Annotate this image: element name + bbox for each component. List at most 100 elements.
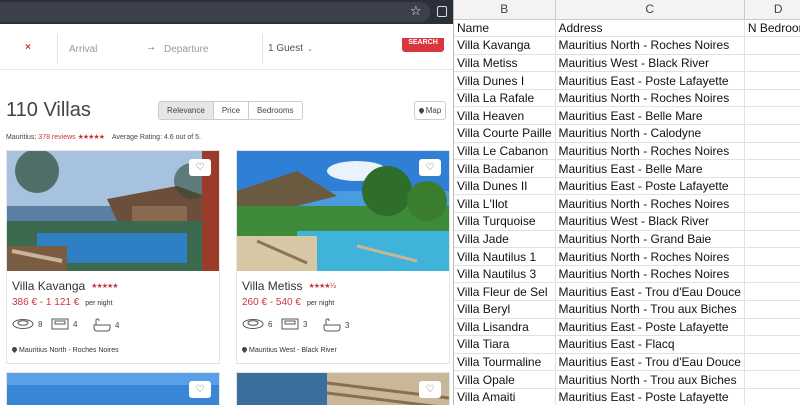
sort-price-button[interactable]: Price bbox=[213, 102, 250, 119]
cell[interactable]: Mauritius East - Poste Lafayette bbox=[555, 318, 745, 337]
cell[interactable]: 2 bbox=[744, 124, 800, 143]
cell[interactable]: Villa Kavanga bbox=[454, 36, 556, 55]
favorite-heart-icon[interactable]: ♡ bbox=[419, 159, 441, 176]
amenity-guests: 8 bbox=[12, 318, 42, 330]
cell[interactable]: 3 bbox=[744, 247, 800, 266]
address-bar[interactable] bbox=[0, 2, 430, 22]
cell[interactable]: Mauritius North - Roches Noires bbox=[555, 194, 745, 214]
cell[interactable]: Mauritius East - Poste Lafayette bbox=[555, 71, 745, 90]
cell[interactable]: Villa L'Ilot bbox=[454, 194, 556, 214]
cell[interactable]: 3 bbox=[744, 71, 800, 90]
cell[interactable]: 2 bbox=[744, 300, 800, 319]
cell[interactable]: Mauritius North - Roches Noires bbox=[555, 89, 745, 108]
column-header-b[interactable]: B bbox=[454, 0, 556, 20]
cell[interactable]: Villa Beryl bbox=[454, 300, 556, 319]
cell[interactable]: Villa Amaiti bbox=[454, 388, 556, 405]
cell[interactable]: Mauritius East - Belle Mare bbox=[555, 106, 745, 126]
cell[interactable]: 3 bbox=[744, 370, 800, 389]
cell[interactable]: Villa Dunes II bbox=[454, 177, 556, 196]
clear-icon[interactable]: × bbox=[25, 42, 31, 53]
cell[interactable]: Mauritius East - Poste Lafayette bbox=[555, 177, 745, 196]
cell[interactable]: Villa Turquoise bbox=[454, 212, 556, 231]
cell[interactable]: Villa Tourmaline bbox=[454, 353, 556, 372]
cell[interactable]: Mauritius North - Calodyne bbox=[555, 124, 745, 143]
cell[interactable]: Villa Opale bbox=[454, 370, 556, 389]
cell[interactable]: Villa Le Cabanon bbox=[454, 142, 556, 161]
sort-bedrooms-button[interactable]: Bedrooms bbox=[249, 102, 302, 119]
column-header-c[interactable]: C bbox=[555, 0, 745, 20]
cell[interactable]: Mauritius East - Trou d'Eau Douce bbox=[555, 282, 745, 301]
cell[interactable]: Villa Lisandra bbox=[454, 318, 556, 337]
cell[interactable]: Mauritius North - Grand Baie bbox=[555, 230, 745, 249]
cell[interactable]: Mauritius East - Poste Lafayette bbox=[555, 388, 745, 405]
cell[interactable]: 4 bbox=[744, 194, 800, 214]
cell[interactable]: 6 bbox=[744, 353, 800, 372]
cell[interactable]: Villa Nautilus 3 bbox=[454, 265, 556, 284]
cell[interactable]: Mauritius East - Flacq bbox=[555, 335, 745, 354]
cell[interactable]: Villa Fleur de Sel bbox=[454, 282, 556, 301]
villa-photo[interactable]: ♡ bbox=[237, 151, 449, 271]
cell[interactable]: Villa Courte Paille bbox=[454, 124, 556, 143]
cell[interactable]: 3 bbox=[744, 177, 800, 196]
arrival-input[interactable]: Arrival bbox=[69, 44, 97, 55]
cell[interactable]: Mauritius East - Trou d'Eau Douce bbox=[555, 353, 745, 372]
cell[interactable]: 3 bbox=[744, 230, 800, 249]
browser-window: ☆ × Arrival → Departure 1 Guest ⌄ SEARCH … bbox=[0, 0, 453, 405]
cell[interactable]: Mauritius North - Roches Noires bbox=[555, 36, 745, 55]
sort-relevance-button[interactable]: Relevance bbox=[159, 102, 214, 119]
cell[interactable]: Villa Tiara bbox=[454, 335, 556, 354]
villa-card[interactable]: ♡ bbox=[236, 372, 450, 405]
spreadsheet-grid[interactable]: B C D NameAddressN BedroomVilla KavangaM… bbox=[454, 0, 800, 405]
cell[interactable]: 3 bbox=[744, 106, 800, 126]
cell[interactable]: 3 bbox=[744, 89, 800, 108]
cell[interactable]: Mauritius North - Trou aux Biches bbox=[555, 300, 745, 319]
villa-photo[interactable]: ♡ bbox=[7, 151, 219, 271]
cell[interactable]: Mauritius North - Roches Noires bbox=[555, 265, 745, 284]
cell[interactable]: 5 bbox=[744, 335, 800, 354]
villa-card[interactable]: ♡ Villa Kavanga ★★★★★ 386 € - 1 121 € per … bbox=[6, 150, 220, 364]
per-night-label: per night bbox=[85, 300, 113, 307]
cell[interactable]: Villa Jade bbox=[454, 230, 556, 249]
reviews-link[interactable]: 378 reviews bbox=[38, 134, 75, 141]
favorite-heart-icon[interactable]: ♡ bbox=[189, 159, 211, 176]
cell[interactable]: 3 bbox=[744, 265, 800, 284]
cell[interactable]: 4 bbox=[744, 36, 800, 55]
cell[interactable]: Villa La Rafale bbox=[454, 89, 556, 108]
cell[interactable]: Mauritius West - Black River bbox=[555, 54, 745, 73]
cell[interactable]: 5 bbox=[744, 159, 800, 178]
favorite-heart-icon[interactable]: ♡ bbox=[189, 381, 211, 398]
cell[interactable]: Villa Metiss bbox=[454, 54, 556, 73]
header-cell[interactable]: N Bedroom bbox=[744, 19, 800, 38]
cell[interactable]: Villa Dunes I bbox=[454, 71, 556, 90]
star-icon[interactable]: ☆ bbox=[410, 4, 422, 19]
cell[interactable]: 3 bbox=[744, 54, 800, 73]
cell[interactable]: Villa Nautilus 1 bbox=[454, 247, 556, 266]
departure-input[interactable]: Departure bbox=[164, 44, 208, 55]
cell[interactable]: Mauritius East - Belle Mare bbox=[555, 159, 745, 178]
guests-select[interactable]: 1 Guest ⌄ bbox=[268, 43, 313, 54]
cell[interactable]: 6 bbox=[744, 212, 800, 231]
map-button-label: Map bbox=[425, 106, 442, 115]
cell[interactable]: Mauritius North - Roches Noires bbox=[555, 142, 745, 161]
cell[interactable]: Villa Badamier bbox=[454, 159, 556, 178]
cell[interactable]: 5 bbox=[744, 318, 800, 337]
search-button[interactable]: SEARCH bbox=[402, 38, 444, 52]
cell[interactable]: Mauritius West - Black River bbox=[555, 212, 745, 231]
header-cell[interactable]: Name bbox=[454, 19, 556, 38]
header-cell[interactable]: Address bbox=[555, 19, 745, 38]
villa-card[interactable]: ♡ bbox=[6, 372, 220, 405]
map-button[interactable]: Map bbox=[414, 101, 446, 120]
cell[interactable]: Mauritius North - Roches Noires bbox=[555, 247, 745, 266]
bathtub-icon bbox=[323, 318, 341, 332]
favorite-heart-icon[interactable]: ♡ bbox=[419, 381, 441, 398]
cell[interactable]: Villa Heaven bbox=[454, 106, 556, 126]
cell[interactable]: 4 bbox=[744, 388, 800, 405]
cell[interactable]: 1 bbox=[744, 142, 800, 161]
villa-location: Mauritius West - Black River bbox=[240, 345, 337, 354]
cell[interactable]: 5 bbox=[744, 282, 800, 301]
villa-card[interactable]: ♡ Villa Metiss ★★★★½ 260 € - 540 € per nig… bbox=[236, 150, 450, 364]
table-row: Villa TiaraMauritius East - Flacq5 bbox=[454, 335, 800, 354]
extensions-icon[interactable] bbox=[437, 6, 447, 17]
column-header-d[interactable]: D bbox=[744, 0, 800, 20]
cell[interactable]: Mauritius North - Trou aux Biches bbox=[555, 370, 745, 389]
